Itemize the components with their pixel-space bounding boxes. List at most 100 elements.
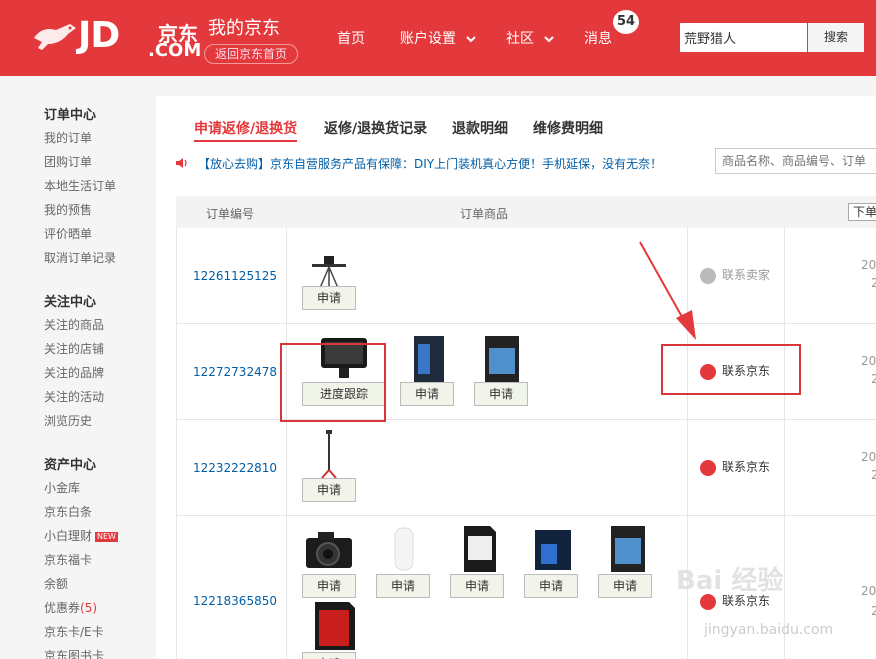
product-item <box>527 524 581 577</box>
service-notice[interactable]: 【放心去购】京东自营服务产品有保障：DIY上门装机真心方便！手机延保，没有无奈！ <box>198 155 662 172</box>
sidebar-item[interactable]: 小金库 <box>44 479 80 496</box>
sidebar-item[interactable]: 本地生活订单 <box>44 177 116 194</box>
sidebar-item[interactable]: 京东卡/E卡 <box>44 623 104 640</box>
notice-text: 京东自营服务产品有保障：DIY上门装机真心方便！手机延保，没有无奈！ <box>270 157 663 171</box>
dslr-camera-image[interactable] <box>302 524 356 574</box>
highlight-box <box>661 344 801 395</box>
sidebar: 订单中心 我的订单 团购订单 本地生活订单 我的预售 评价晒单 取消订单记录 关… <box>0 76 156 659</box>
apply-button[interactable]: 申请 <box>376 574 430 598</box>
logo-com-text: .COM <box>148 40 202 61</box>
tab-repair-records[interactable]: 返修/退换货记录 <box>324 118 427 138</box>
product-box-image[interactable] <box>527 524 581 574</box>
watermark-url: jingyan.baidu.com <box>704 622 834 638</box>
chevron-down-icon <box>544 36 555 43</box>
new-badge: NEW <box>95 531 118 542</box>
apply-button[interactable]: 申请 <box>302 286 356 310</box>
product-item <box>309 600 363 653</box>
apply-button[interactable]: 申请 <box>302 478 356 502</box>
sidebar-group-title: 资产中心 <box>44 458 97 473</box>
apply-button[interactable]: 申请 <box>598 574 652 598</box>
sd-card-image[interactable] <box>452 524 506 574</box>
apply-button[interactable]: 申请 <box>400 382 454 406</box>
tab-repair-fee[interactable]: 维修费明细 <box>533 118 603 138</box>
card-reader-image[interactable] <box>377 524 431 574</box>
sidebar-item[interactable]: 京东福卡 <box>44 551 92 568</box>
nav-messages[interactable]: 消息 <box>584 28 612 48</box>
contact-jd-link[interactable]: 联系京东 <box>700 458 770 476</box>
order-number-link[interactable]: 12218365850 <box>193 594 277 608</box>
table-row: 12232222810 申请 联系京东 20 2 <box>176 420 876 516</box>
order-date: 2 <box>871 372 876 386</box>
order-date: 20 <box>861 258 876 272</box>
sidebar-item-coupon[interactable]: 优惠券(5) <box>44 599 97 616</box>
jd-logo[interactable]: JD 京东 .COM <box>30 14 202 62</box>
nav-account-settings-label: 账户设置 <box>400 31 456 47</box>
product-item <box>601 524 655 577</box>
watermark: Bai 经验 <box>676 566 784 596</box>
battery-image[interactable] <box>601 524 655 574</box>
apply-button[interactable]: 申请 <box>302 652 356 659</box>
sidebar-item[interactable]: 取消订单记录 <box>44 249 116 266</box>
memory-card-image[interactable] <box>309 600 363 650</box>
sidebar-group-title: 关注中心 <box>44 295 97 310</box>
jd-dog-logo-icon <box>34 24 76 50</box>
order-date: 20 <box>861 450 876 464</box>
order-date: 2 <box>871 604 876 618</box>
sidebar-item[interactable]: 关注的活动 <box>44 388 104 405</box>
nav-community[interactable]: 社区 <box>506 28 555 48</box>
tab-refund-details[interactable]: 退款明细 <box>452 118 508 138</box>
col-order-no: 订单编号 <box>206 207 255 221</box>
product-item <box>402 334 456 387</box>
column-divider <box>286 516 287 659</box>
order-number-link[interactable]: 12232222810 <box>193 461 277 475</box>
order-number-link[interactable]: 12272732478 <box>193 365 277 379</box>
order-date-dropdown[interactable]: 下单 <box>848 203 876 221</box>
nav-community-label: 社区 <box>506 31 534 47</box>
back-home-button[interactable]: 返回京东首页 <box>204 44 298 64</box>
column-divider <box>286 228 287 324</box>
sidebar-item[interactable]: 评价晒单 <box>44 225 92 242</box>
search-button[interactable]: 搜索 <box>808 23 864 52</box>
contact-seller-link[interactable]: 联系卖家 <box>700 266 770 284</box>
nav-home[interactable]: 首页 <box>337 28 365 48</box>
tab-apply-repair[interactable]: 申请返修/退换货 <box>194 118 298 142</box>
order-date: 2 <box>871 276 876 290</box>
sidebar-item[interactable]: 关注的店铺 <box>44 340 104 357</box>
sidebar-item[interactable]: 团购订单 <box>44 153 92 170</box>
sidebar-item[interactable]: 京东白条 <box>44 503 92 520</box>
apply-button[interactable]: 申请 <box>450 574 504 598</box>
nav-account-settings[interactable]: 账户设置 <box>400 28 477 48</box>
product-item <box>475 334 529 387</box>
coupon-count: (5) <box>80 601 98 615</box>
sidebar-item-label: 小白理财 <box>44 529 93 543</box>
order-search-input[interactable] <box>715 148 876 174</box>
table-header: 订单编号 订单商品 <box>176 196 876 228</box>
sidebar-item[interactable]: 关注的品牌 <box>44 364 104 381</box>
apply-button[interactable]: 申请 <box>474 382 528 406</box>
page-title: 我的京东 <box>208 18 280 39</box>
sidebar-item-xiaobai[interactable]: 小白理财 NEW <box>44 527 118 544</box>
highlight-box <box>280 343 386 422</box>
battery-image[interactable] <box>402 334 456 384</box>
search-input[interactable] <box>680 23 807 52</box>
apply-button[interactable]: 申请 <box>302 574 356 598</box>
battery-image[interactable] <box>475 334 529 384</box>
table-row: 12261125125 申请 联系卖家 20 2 <box>176 228 876 324</box>
monopod-image[interactable] <box>302 428 356 479</box>
order-number-link[interactable]: 12261125125 <box>193 269 277 283</box>
sidebar-item[interactable]: 关注的商品 <box>44 316 104 333</box>
message-count-badge: 54 <box>613 10 639 34</box>
column-divider <box>784 420 785 516</box>
sidebar-item[interactable]: 我的订单 <box>44 129 92 146</box>
col-products: 订单商品 <box>460 207 509 221</box>
sidebar-item[interactable]: 余额 <box>44 575 68 592</box>
sidebar-item[interactable]: 浏览历史 <box>44 412 92 429</box>
product-item <box>377 524 431 577</box>
sidebar-item[interactable]: 我的预售 <box>44 201 92 218</box>
contact-label: 联系卖家 <box>722 268 771 282</box>
column-divider <box>784 228 785 324</box>
sidebar-item[interactable]: 京东图书卡 <box>44 647 104 659</box>
notice-prefix: 【放心去购】 <box>198 157 271 171</box>
order-date: 20 <box>861 584 876 598</box>
apply-button[interactable]: 申请 <box>524 574 578 598</box>
